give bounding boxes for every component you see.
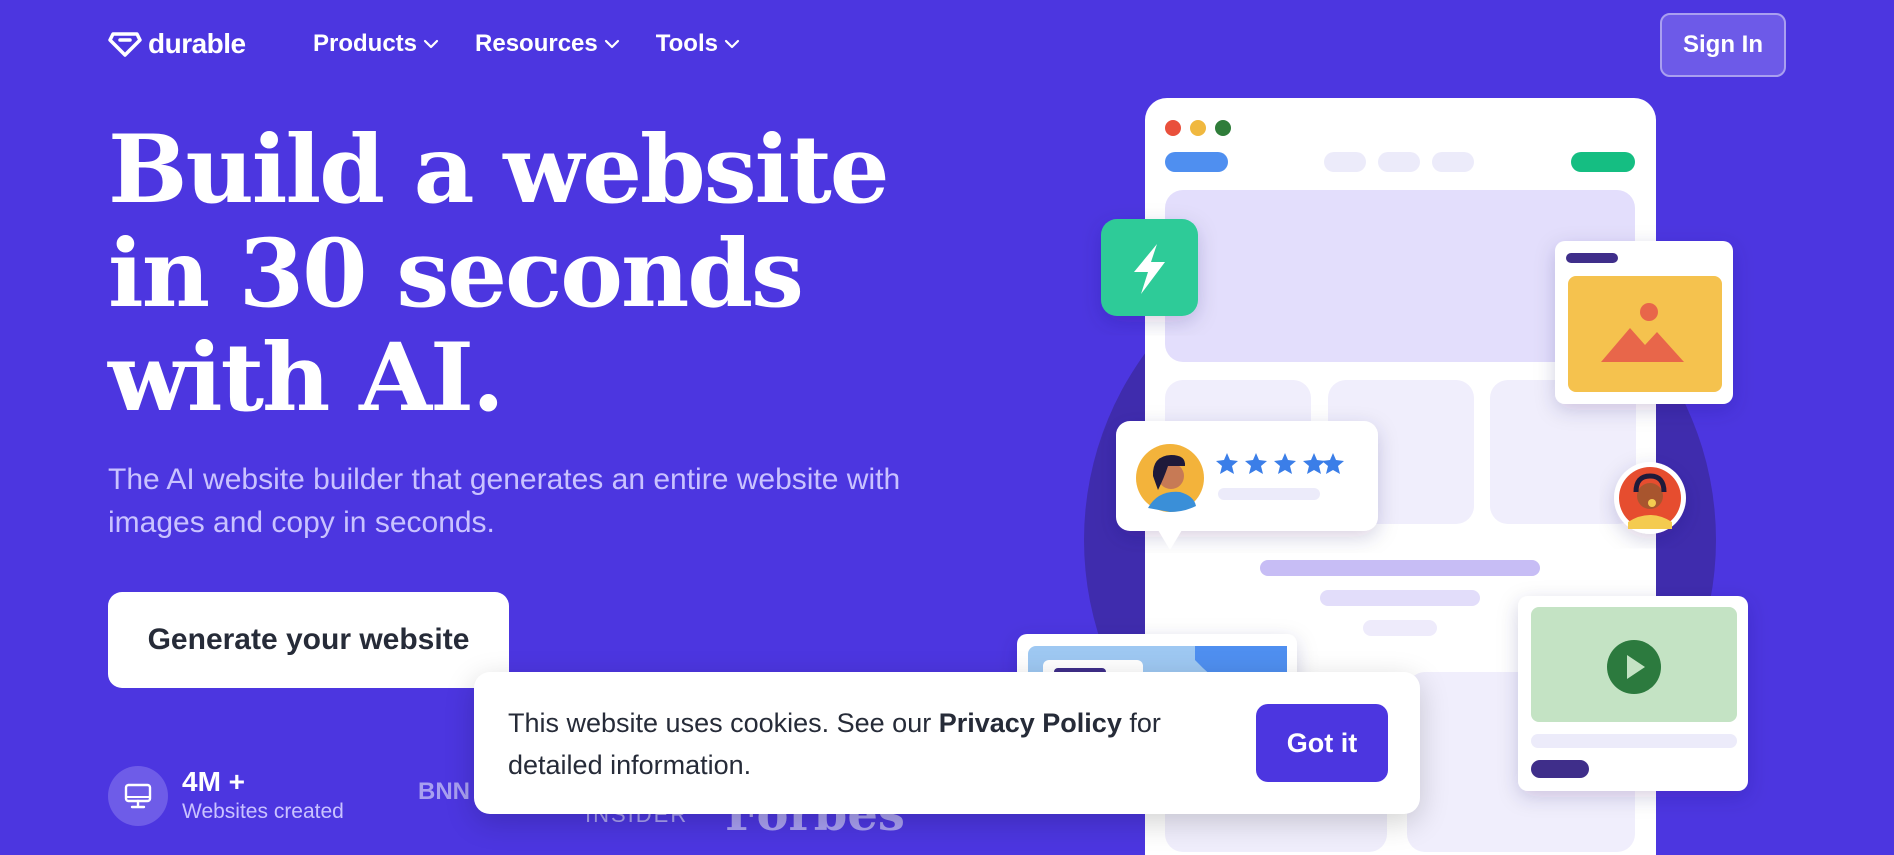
window-maximize-dot <box>1215 120 1231 136</box>
play-button <box>1607 640 1661 694</box>
review-card <box>1116 421 1378 550</box>
image-icon-sun <box>1640 303 1658 321</box>
video-card <box>1518 596 1748 791</box>
privacy-policy-link[interactable]: Privacy Policy <box>939 708 1122 738</box>
chevron-down-icon <box>604 39 619 49</box>
chevron-down-icon <box>724 39 740 49</box>
nav-item-label: Resources <box>475 30 598 57</box>
lightning-tile <box>1101 219 1198 316</box>
nav-menu: Products Resources Tools <box>313 30 740 58</box>
avatar-woman <box>1136 444 1204 512</box>
nav-item-label: Products <box>313 30 418 57</box>
window-minimize-dot <box>1190 120 1206 136</box>
cookie-accept-button[interactable]: Got it <box>1256 704 1388 782</box>
stat-label: Websites created <box>182 800 344 823</box>
nav-item-resources[interactable]: Resources <box>475 30 620 58</box>
generate-website-button[interactable]: Generate your website <box>108 592 509 688</box>
websites-created-stat: 4M + Websites created <box>108 766 344 826</box>
cookie-text: This website uses cookies. See our Priva… <box>508 702 1228 786</box>
rating-stars <box>1216 453 1344 474</box>
window-close-dot <box>1165 120 1181 136</box>
cookie-text-before: This website uses cookies. See our <box>508 708 939 738</box>
stat-value: 4M + <box>182 766 246 797</box>
durable-logo[interactable]: durable <box>108 28 246 60</box>
lightning-icon <box>1134 244 1165 294</box>
hero-subtitle: The AI website builder that generates an… <box>108 463 901 539</box>
cookie-banner: This website uses cookies. See our Priva… <box>474 672 1420 814</box>
browser-logo-pill <box>1165 152 1228 172</box>
hero-title-line-2: in 30 seconds <box>108 219 804 329</box>
play-icon <box>1627 655 1645 679</box>
sign-in-button[interactable]: Sign In <box>1660 13 1786 77</box>
hero-title-line-1: Build a website <box>108 115 890 225</box>
browser-cta-pill <box>1571 152 1635 172</box>
avatar-headset <box>1614 462 1686 534</box>
image-icon-mountain <box>1601 328 1684 362</box>
nav-item-products[interactable]: Products <box>313 30 439 58</box>
hero-title: Build a website in 30 seconds with AI. <box>108 115 890 433</box>
chevron-down-icon <box>423 39 439 49</box>
image-card <box>1555 241 1733 404</box>
nav-item-label: Tools <box>655 30 718 57</box>
hero-title-line-3: with AI. <box>108 323 505 433</box>
diamond-logo-icon <box>108 32 142 57</box>
logo-text: durable <box>148 28 246 59</box>
top-navigation: durable Products Resources Tools Sign In <box>0 0 1894 92</box>
monitor-icon <box>108 766 168 826</box>
nav-item-tools[interactable]: Tools <box>656 30 740 58</box>
browser-hero-block <box>1165 190 1635 362</box>
